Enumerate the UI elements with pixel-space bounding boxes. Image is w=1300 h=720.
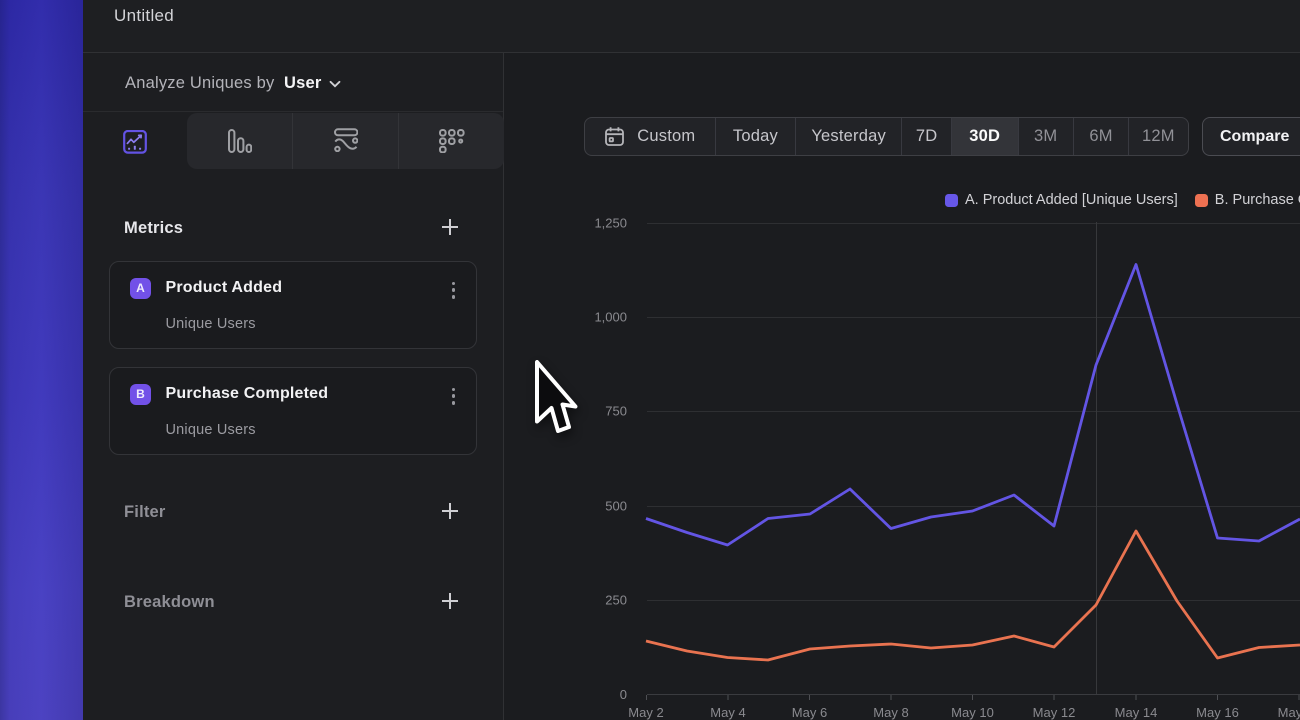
- svg-text:May 16: May 16: [1196, 705, 1239, 720]
- svg-text:May 2: May 2: [628, 705, 663, 720]
- svg-text:May 10: May 10: [951, 705, 994, 720]
- svg-text:May 12: May 12: [1033, 705, 1076, 720]
- svg-text:May 18: May 18: [1278, 705, 1300, 720]
- svg-text:1,000: 1,000: [594, 310, 627, 325]
- svg-text:1,250: 1,250: [594, 216, 627, 231]
- svg-text:May 6: May 6: [792, 705, 827, 720]
- svg-text:250: 250: [605, 593, 627, 608]
- svg-text:500: 500: [605, 499, 627, 514]
- svg-text:May 8: May 8: [873, 705, 908, 720]
- svg-text:750: 750: [605, 404, 627, 419]
- svg-text:May 14: May 14: [1115, 705, 1158, 720]
- svg-text:0: 0: [620, 687, 627, 702]
- svg-text:May 4: May 4: [710, 705, 745, 720]
